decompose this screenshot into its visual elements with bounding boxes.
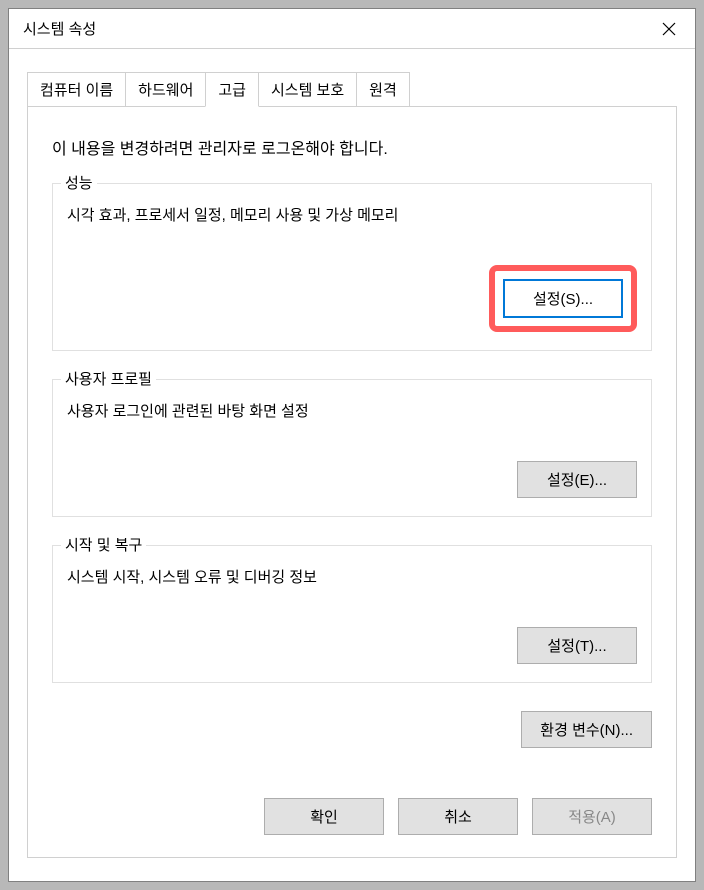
performance-desc: 시각 효과, 프로세서 일정, 메모리 사용 및 가상 메모리 (67, 204, 637, 225)
tab-advanced[interactable]: 고급 (205, 72, 259, 107)
system-properties-window: 시스템 속성 컴퓨터 이름 하드웨어 고급 시스템 보호 원격 이 내용을 변경… (8, 8, 696, 882)
startup-recovery-legend: 시작 및 복구 (61, 534, 146, 555)
close-button[interactable] (657, 17, 681, 41)
dialog-buttons: 확인 취소 적용(A) (264, 798, 652, 835)
tab-content-advanced: 이 내용을 변경하려면 관리자로 로그온해야 합니다. 성능 시각 효과, 프로… (27, 106, 677, 858)
startup-recovery-settings-button[interactable]: 설정(T)... (517, 627, 637, 664)
tab-system-protection[interactable]: 시스템 보호 (258, 72, 357, 107)
tab-row: 컴퓨터 이름 하드웨어 고급 시스템 보호 원격 (27, 71, 695, 106)
admin-notice: 이 내용을 변경하려면 관리자로 로그온해야 합니다. (52, 135, 652, 159)
tab-remote[interactable]: 원격 (356, 72, 410, 107)
titlebar: 시스템 속성 (9, 9, 695, 49)
user-profile-settings-button[interactable]: 설정(E)... (517, 461, 637, 498)
close-icon (661, 21, 677, 37)
performance-group: 성능 시각 효과, 프로세서 일정, 메모리 사용 및 가상 메모리 설정(S)… (52, 183, 652, 351)
window-title: 시스템 속성 (23, 18, 96, 39)
ok-button[interactable]: 확인 (264, 798, 384, 835)
tab-hardware[interactable]: 하드웨어 (125, 72, 206, 107)
user-profile-desc: 사용자 로그인에 관련된 바탕 화면 설정 (67, 400, 637, 421)
startup-recovery-desc: 시스템 시작, 시스템 오류 및 디버깅 정보 (67, 566, 637, 587)
apply-button[interactable]: 적용(A) (532, 798, 652, 835)
user-profile-group: 사용자 프로필 사용자 로그인에 관련된 바탕 화면 설정 설정(E)... (52, 379, 652, 517)
performance-legend: 성능 (61, 172, 97, 193)
highlight-annotation: 설정(S)... (489, 265, 637, 332)
user-profile-legend: 사용자 프로필 (61, 368, 156, 389)
cancel-button[interactable]: 취소 (398, 798, 518, 835)
tab-computer-name[interactable]: 컴퓨터 이름 (27, 72, 126, 107)
startup-recovery-group: 시작 및 복구 시스템 시작, 시스템 오류 및 디버깅 정보 설정(T)... (52, 545, 652, 683)
environment-variables-button[interactable]: 환경 변수(N)... (521, 711, 652, 748)
performance-settings-button[interactable]: 설정(S)... (503, 279, 623, 318)
